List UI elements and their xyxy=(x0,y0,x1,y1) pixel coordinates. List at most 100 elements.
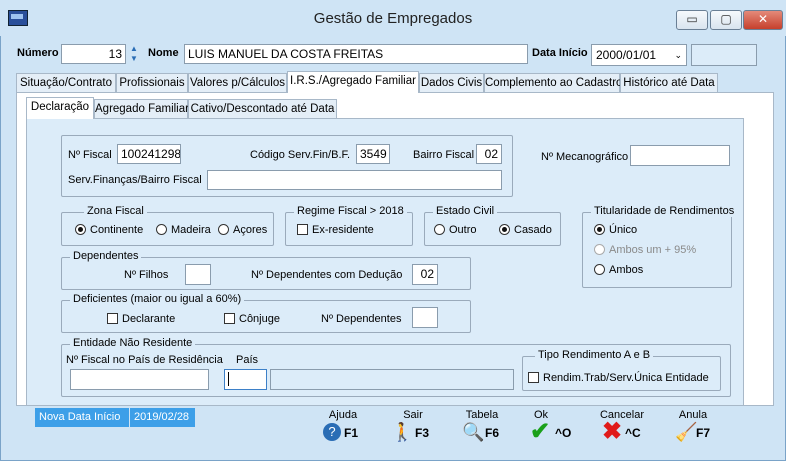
window-title: Gestão de Empregados xyxy=(313,10,473,27)
numero-field[interactable]: 13 xyxy=(61,44,126,64)
ok-key: ^O xyxy=(555,426,572,440)
ex-residente-checkbox[interactable] xyxy=(297,224,308,235)
nova-data-value: 2019/02/28 xyxy=(130,408,195,427)
deducao-field[interactable]: 02 xyxy=(412,264,438,285)
numero-down-icon[interactable]: ▼ xyxy=(128,54,140,63)
chevron-down-icon: ⌄ xyxy=(674,50,682,60)
casado-label[interactable]: Casado xyxy=(514,224,552,236)
table-key: F6 xyxy=(485,426,500,440)
nif-label: Nº Fiscal xyxy=(68,149,112,161)
tab-cativo-descontado[interactable]: Cativo/Descontado até Data xyxy=(188,99,337,119)
estado-civil-title: Estado Civil xyxy=(433,205,498,217)
rendim-checkbox[interactable] xyxy=(528,372,539,383)
exit-icon: 🚶 xyxy=(391,422,414,442)
declarante-label[interactable]: Declarante xyxy=(122,313,175,325)
codigo-field[interactable]: 3549 xyxy=(356,144,390,164)
erase-icon: 🧹 xyxy=(675,422,698,442)
tipo-rendimento-title: Tipo Rendimento A e B xyxy=(535,349,654,361)
radio-ambos[interactable] xyxy=(594,264,605,275)
help-button[interactable]: Ajuda ? F1 xyxy=(311,409,375,449)
data-inicio-value: 2000/01/01 xyxy=(596,48,657,62)
anula-caption: Anula xyxy=(678,409,708,421)
exit-key: F3 xyxy=(415,426,430,440)
cancel-key: ^C xyxy=(625,426,641,440)
pais-description-field xyxy=(270,369,514,390)
cancel-button[interactable]: Cancelar ✖ ^C xyxy=(590,409,654,449)
dependentes-title: Dependentes xyxy=(70,250,142,262)
radio-ambos-95 xyxy=(594,244,605,255)
nome-field[interactable]: LUIS MANUEL DA COSTA FREITAS xyxy=(184,44,528,64)
rendim-label[interactable]: Rendim.Trab/Serv.Única Entidade xyxy=(543,372,709,384)
nova-data-label: Nova Data Início xyxy=(35,408,129,427)
help-icon: ? xyxy=(323,423,341,441)
mecanografico-label: Nº Mecanográfico xyxy=(541,151,629,163)
tab-profissionais[interactable]: Profissionais xyxy=(116,73,188,93)
cancel-icon: ✖ xyxy=(602,418,623,445)
conjuge-label[interactable]: Cônjuge xyxy=(239,313,280,325)
ex-residente-label[interactable]: Ex-residente xyxy=(312,224,374,236)
def-dependentes-label: Nº Dependentes xyxy=(321,313,402,325)
extra-field[interactable] xyxy=(691,44,757,66)
tab-irs-agregado-familiar[interactable]: I.R.S./Agregado Familiar xyxy=(287,71,419,93)
pais-field[interactable] xyxy=(224,369,267,390)
table-button[interactable]: Tabela 🔍 F6 xyxy=(450,409,514,449)
unico-label[interactable]: Único xyxy=(609,224,637,236)
madeira-label[interactable]: Madeira xyxy=(171,224,211,236)
tab-declaracao[interactable]: Declaração xyxy=(26,97,94,119)
data-inicio-select[interactable]: 2000/01/01 ⌄ xyxy=(591,44,687,66)
titularidade-title: Titularidade de Rendimentos xyxy=(591,205,738,217)
ok-button[interactable]: Ok ✔ ^O xyxy=(509,409,573,449)
codigo-label: Código Serv.Fin/B.F. xyxy=(250,149,351,161)
tab-complemento-cadastro[interactable]: Complemento ao Cadastro xyxy=(484,73,622,93)
close-button[interactable]: ✕ xyxy=(743,10,783,30)
table-caption: Tabela xyxy=(465,409,499,421)
radio-continente[interactable] xyxy=(75,224,86,235)
numero-up-icon[interactable]: ▲ xyxy=(128,44,140,53)
tab-dados-civis[interactable]: Dados Civis xyxy=(419,73,484,93)
nao-residente-title: Entidade Não Residente xyxy=(70,337,196,349)
radio-outro[interactable] xyxy=(434,224,445,235)
text-cursor xyxy=(228,372,229,386)
nr-nif-field[interactable] xyxy=(70,369,209,390)
filhos-label: Nº Filhos xyxy=(124,269,169,281)
regime-fiscal-title: Regime Fiscal > 2018 xyxy=(294,205,407,217)
declarante-checkbox[interactable] xyxy=(107,313,118,324)
filhos-field[interactable] xyxy=(185,264,211,285)
conjuge-checkbox[interactable] xyxy=(224,313,235,324)
tab-situacao-contrato[interactable]: Situação/Contrato xyxy=(16,73,116,93)
exit-caption: Sair xyxy=(403,409,423,421)
minimize-button[interactable]: ▭ xyxy=(676,10,708,30)
radio-unico[interactable] xyxy=(594,224,605,235)
help-caption: Ajuda xyxy=(328,409,358,421)
mecanografico-field[interactable] xyxy=(630,145,730,166)
ambos-label[interactable]: Ambos xyxy=(609,264,643,276)
zona-fiscal-title: Zona Fiscal xyxy=(84,205,147,217)
title-bar: Gestão de Empregados ▭ ▢ ✕ xyxy=(0,0,786,36)
data-inicio-label: Data Início xyxy=(532,47,588,59)
outro-label[interactable]: Outro xyxy=(449,224,477,236)
radio-acores[interactable] xyxy=(218,224,229,235)
deducao-label: Nº Dependentes com Dedução xyxy=(251,269,403,281)
bairro-label: Bairro Fiscal xyxy=(413,149,475,161)
servfin-field[interactable] xyxy=(207,170,502,190)
numero-label: Número xyxy=(17,47,59,59)
radio-casado[interactable] xyxy=(499,224,510,235)
nr-nif-label: Nº Fiscal no País de Residência xyxy=(66,354,223,366)
tab-valores-calculos[interactable]: Valores p/Cálculos xyxy=(188,73,287,93)
maximize-button[interactable]: ▢ xyxy=(710,10,742,30)
tab-historico-ate-data[interactable]: Histórico até Data xyxy=(620,73,718,93)
table-search-icon: 🔍 xyxy=(462,422,485,442)
servfin-label: Serv.Finanças/Bairro Fiscal xyxy=(68,174,202,186)
def-dependentes-field[interactable] xyxy=(412,307,438,328)
bairro-field[interactable]: 02 xyxy=(476,144,502,164)
nif-field[interactable]: 100241298 xyxy=(117,144,181,164)
exit-button[interactable]: Sair 🚶 F3 xyxy=(381,409,445,449)
continente-label[interactable]: Continente xyxy=(90,224,143,236)
tab-agregado-familiar[interactable]: Agregado Familiar xyxy=(94,99,189,119)
radio-madeira[interactable] xyxy=(156,224,167,235)
anula-button[interactable]: Anula 🧹 F7 xyxy=(661,409,725,449)
nome-label: Nome xyxy=(148,47,179,59)
acores-label[interactable]: Açores xyxy=(233,224,267,236)
pais-label: País xyxy=(236,354,259,366)
cancel-caption: Cancelar xyxy=(599,409,645,421)
